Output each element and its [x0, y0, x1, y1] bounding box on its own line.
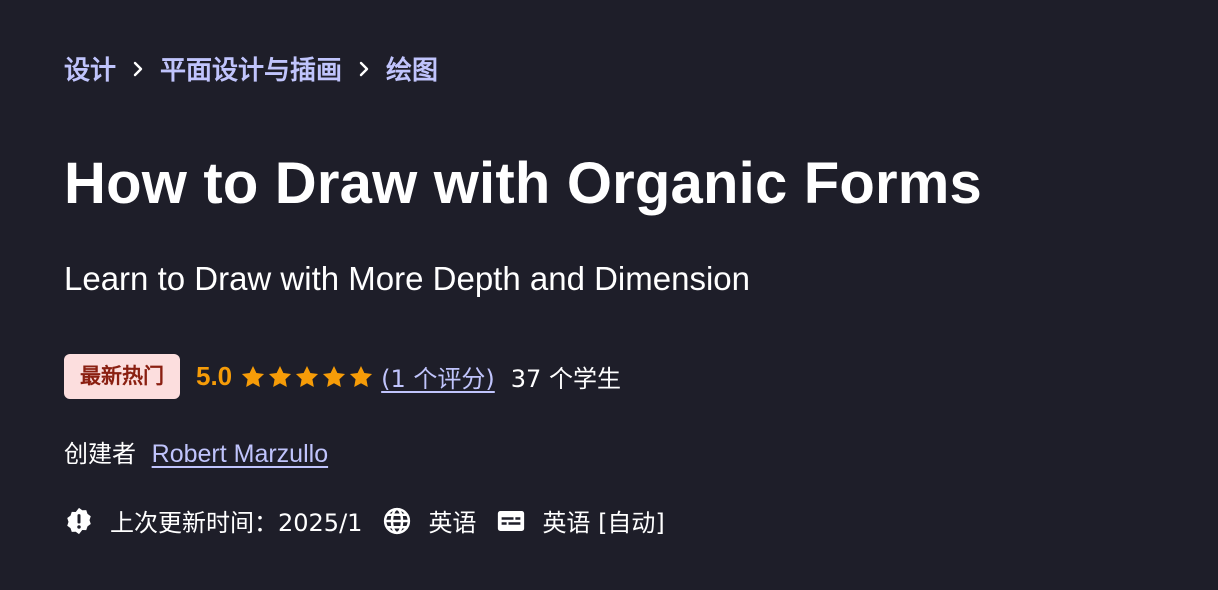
alert-badge-icon [64, 506, 94, 536]
creator-row: 创建者 Robert Marzullo [64, 434, 328, 469]
rating-count-link[interactable]: (1 个评分) [381, 359, 495, 394]
breadcrumb-item-drawing[interactable]: 绘图 [386, 50, 438, 87]
creator-label: 创建者 [64, 440, 136, 468]
last-updated: 上次更新时间：2025/1 [110, 509, 363, 537]
student-count: 37 个学生 [510, 365, 621, 393]
star-icon [242, 365, 265, 387]
breadcrumb-item-design[interactable]: 设计 [64, 50, 116, 87]
caption-language: 英语 [自动] [542, 509, 665, 537]
star-icon [350, 365, 373, 387]
star-icon [269, 365, 292, 387]
rating-value: 5.0 [196, 361, 233, 391]
instructor-link[interactable]: Robert Marzullo [152, 440, 328, 468]
chevron-right-icon [342, 54, 386, 84]
star-icon [323, 365, 346, 387]
breadcrumb-item-graphic-design[interactable]: 平面设计与插画 [160, 50, 342, 87]
rating-row: 最新热门 5.0 (1 个评分) 37 个学生 [64, 354, 621, 399]
chevron-right-icon [116, 54, 160, 84]
closed-captions-icon [496, 506, 526, 536]
course-title: How to Draw with Organic Forms [64, 151, 982, 216]
globe-icon [382, 506, 412, 536]
bestseller-badge: 最新热门 [64, 354, 180, 399]
breadcrumb: 设计 平面设计与插画 绘图 [64, 50, 438, 87]
rating-stars [240, 364, 375, 390]
star-icon [296, 365, 319, 387]
course-meta: 上次更新时间：2025/1 英语 英语 [自动] [64, 503, 665, 538]
course-subtitle: Learn to Draw with More Depth and Dimens… [64, 260, 750, 297]
course-language: 英语 [428, 509, 477, 537]
